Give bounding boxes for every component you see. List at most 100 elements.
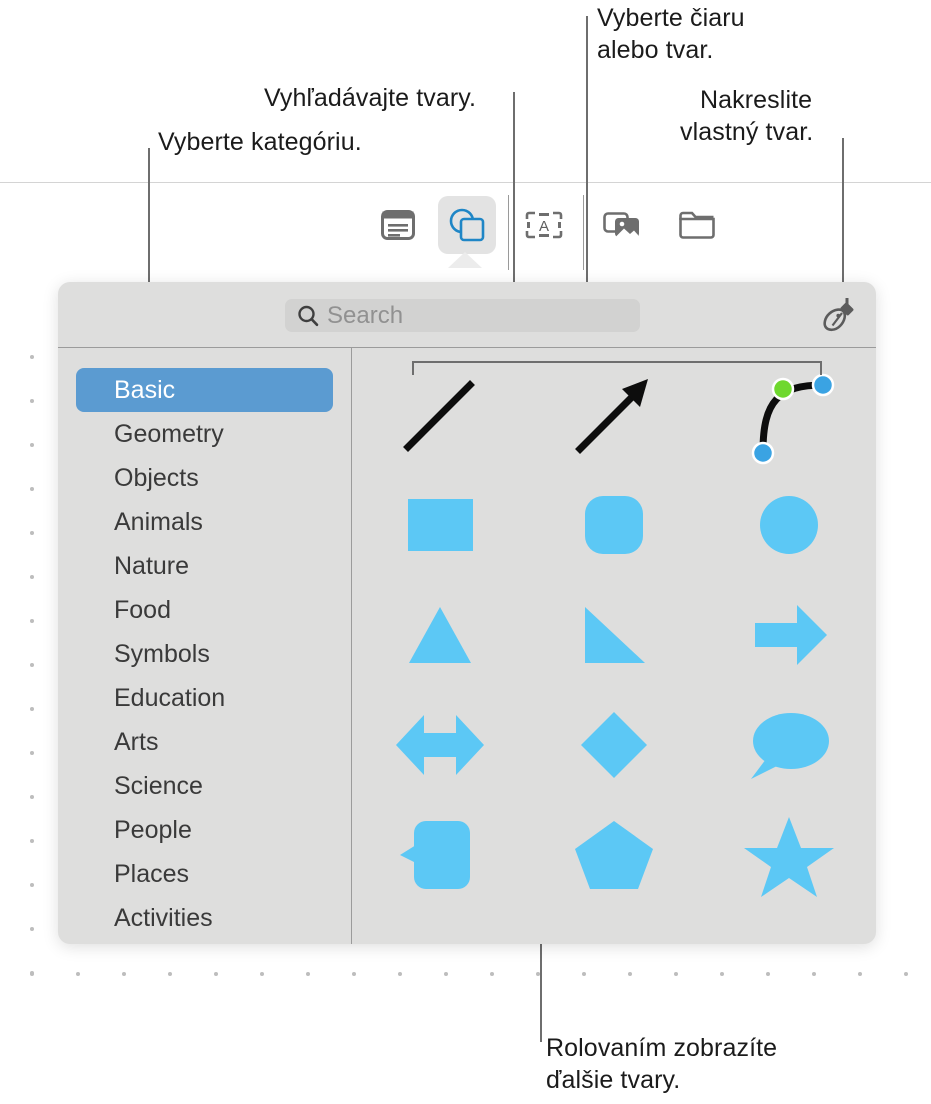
toolbar-text-button[interactable]	[369, 196, 427, 254]
sidebar-item-basic[interactable]: Basic	[76, 368, 333, 412]
sidebar-item-label: Basic	[114, 375, 176, 404]
search-field[interactable]: Search	[285, 299, 640, 332]
canvas-dot	[30, 399, 34, 403]
shape-right-arrow[interactable]	[702, 580, 876, 690]
canvas-dot	[674, 972, 678, 976]
canvas-dot	[30, 443, 34, 447]
canvas-dot	[30, 487, 34, 491]
callout-draw-custom-line2: vlastný tvar.	[680, 118, 814, 146]
toolbar-separator-2	[583, 195, 584, 270]
callout-select-category: Vyberte kategóriu.	[158, 128, 362, 156]
sidebar-item-label: Nature	[114, 551, 190, 580]
shapes-row	[353, 690, 876, 800]
canvas-dot	[904, 972, 908, 976]
sidebar-item-geometry[interactable]: Geometry	[76, 412, 333, 456]
shape-line[interactable]	[353, 360, 527, 470]
sidebar-item-education[interactable]: Education	[76, 676, 333, 720]
shape-diamond[interactable]	[527, 690, 701, 800]
sidebar-item-science[interactable]: Science	[76, 764, 333, 808]
folder-icon	[679, 211, 715, 239]
sidebar-item-places[interactable]: Places	[76, 852, 333, 896]
shapes-popover: Search Basic Geometry Objects Animals Na…	[58, 282, 876, 944]
canvas-dot	[858, 972, 862, 976]
text-frame-icon: A	[525, 211, 563, 239]
toolbar-shape-button[interactable]	[438, 196, 496, 254]
shape-speech-bubble[interactable]	[702, 690, 876, 800]
canvas-dot	[490, 972, 494, 976]
canvas-dot	[30, 883, 34, 887]
canvas-dot	[30, 839, 34, 843]
canvas-dot	[766, 972, 770, 976]
canvas-dot	[30, 707, 34, 711]
canvas-dot	[30, 972, 34, 976]
pen-nib-icon	[823, 298, 854, 332]
sidebar-item-objects[interactable]: Objects	[76, 456, 333, 500]
shapes-icon	[449, 208, 485, 242]
shapes-row	[353, 470, 876, 580]
sidebar-item-activities[interactable]: Activities	[76, 896, 333, 940]
sidebar-item-label: Places	[114, 859, 190, 888]
shape-callout-rounded-rect[interactable]	[353, 800, 527, 910]
canvas-dot	[30, 663, 34, 667]
popover-arrow	[448, 252, 482, 268]
shape-pentagon[interactable]	[527, 800, 701, 910]
canvas-dot	[168, 972, 172, 976]
shape-double-arrow[interactable]	[353, 690, 527, 800]
sidebar-item-people[interactable]: People	[76, 808, 333, 852]
canvas-dot	[260, 972, 264, 976]
toolbar-media-button[interactable]	[593, 196, 651, 254]
canvas-dot	[352, 972, 356, 976]
sidebar-item-label: People	[114, 815, 192, 844]
canvas-dot	[812, 972, 816, 976]
shape-triangle[interactable]	[353, 580, 527, 690]
canvas-dot	[30, 619, 34, 623]
shape-rounded-square[interactable]	[527, 470, 701, 580]
canvas-dot	[628, 972, 632, 976]
canvas-dot	[30, 575, 34, 579]
sidebar-item-food[interactable]: Food	[76, 588, 333, 632]
sidebar-item-arts[interactable]: Arts	[76, 720, 333, 764]
canvas-dot	[720, 972, 724, 976]
canvas-dot	[30, 795, 34, 799]
sidebar-item-label: Arts	[114, 727, 159, 756]
sidebar-item-label: Animals	[114, 507, 203, 536]
sidebar-item-symbols[interactable]: Symbols	[76, 632, 333, 676]
bracket-tick-right	[820, 361, 822, 375]
callout-select-line-or-shape-line2: alebo tvar.	[597, 36, 714, 64]
shape-arrow[interactable]	[527, 360, 701, 470]
bracket-tick-left	[412, 361, 414, 375]
shapes-row	[353, 360, 876, 470]
canvas-dot	[214, 972, 218, 976]
shape-bezier-curve[interactable]	[702, 360, 876, 470]
shapes-row	[353, 800, 876, 910]
canvas-dot	[30, 927, 34, 931]
canvas-dot	[76, 972, 80, 976]
callout-scroll-more-line1: Rolovaním zobrazíte	[546, 1034, 778, 1062]
canvas-dot	[30, 751, 34, 755]
sidebar-item-label: Objects	[114, 463, 199, 492]
draw-shape-button[interactable]	[818, 295, 862, 337]
search-placeholder: Search	[327, 301, 404, 329]
bracket-bar	[412, 361, 822, 363]
screenshot-root: Vyberte kategóriu. Vyhľadávajte tvary. V…	[0, 0, 931, 1104]
sidebar-item-nature[interactable]: Nature	[76, 544, 333, 588]
sidebar-item-label: Activities	[114, 903, 213, 932]
canvas-dot	[444, 972, 448, 976]
sidebar-item-label: Food	[114, 595, 171, 624]
canvas-dot	[122, 972, 126, 976]
canvas-dot	[398, 972, 402, 976]
shape-right-triangle[interactable]	[527, 580, 701, 690]
toolbar-text-box-button[interactable]: A	[515, 196, 573, 254]
sidebar-item-animals[interactable]: Animals	[76, 500, 333, 544]
toolbar-collections-button[interactable]	[668, 196, 726, 254]
category-sidebar: Basic Geometry Objects Animals Nature Fo…	[58, 348, 352, 944]
shapes-row	[353, 580, 876, 690]
insert-toolbar: A	[0, 195, 931, 270]
callout-select-line-or-shape-line1: Vyberte čiaru	[597, 4, 745, 32]
shape-square[interactable]	[353, 470, 527, 580]
sidebar-item-label: Geometry	[114, 419, 224, 448]
sidebar-item-label: Symbols	[114, 639, 210, 668]
shape-star[interactable]	[702, 800, 876, 910]
sidebar-item-label: Science	[114, 771, 203, 800]
shape-circle[interactable]	[702, 470, 876, 580]
